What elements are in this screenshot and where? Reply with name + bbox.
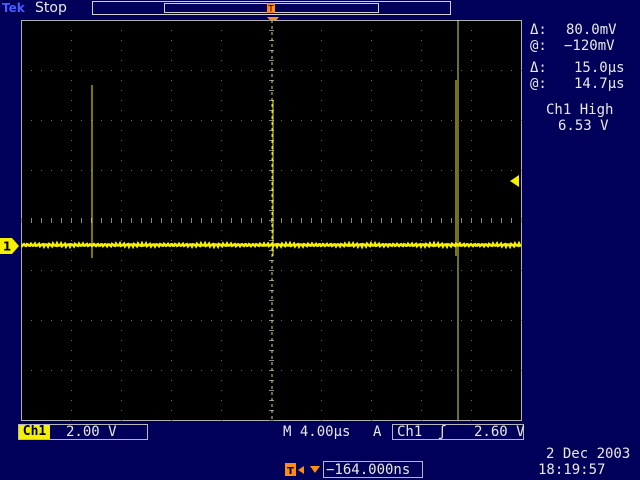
time-at-symbol: @: xyxy=(530,76,547,92)
time-readout: 18:19:57 xyxy=(538,462,606,478)
svg-text:T: T xyxy=(287,466,294,477)
timebase-readout[interactable]: M 4.00µs xyxy=(283,424,350,440)
svg-text:1: 1 xyxy=(3,240,11,254)
trigger-level-readout: 2.60 V xyxy=(474,424,525,440)
voltage-at-readout: −120mV xyxy=(564,38,615,54)
horizontal-position-icon: T xyxy=(285,463,320,477)
channel-1-trace xyxy=(21,240,522,250)
date-readout: 2 Dec 2003 xyxy=(546,446,631,462)
trigger-source: Ch1 xyxy=(397,424,423,440)
horizontal-position-readout: −164.000ns xyxy=(326,462,411,478)
time-delta-readout: 15.0µs xyxy=(574,60,625,76)
brand-logo: Tek xyxy=(2,1,25,15)
measurement-value: 6.53 V xyxy=(558,118,609,134)
trigger-position-mini-icon: T xyxy=(267,3,275,13)
channel-label: Ch1 xyxy=(19,425,50,439)
graticule xyxy=(21,20,522,421)
voltage-delta-readout: 80.0mV xyxy=(566,22,617,38)
svg-text:T: T xyxy=(267,5,274,14)
trigger-slope-icon: ʃ xyxy=(438,424,447,440)
trigger-level-marker-icon[interactable] xyxy=(510,175,522,187)
channel-1-ground-marker[interactable]: 1 xyxy=(0,238,20,254)
voltage-at-symbol: @: xyxy=(530,38,547,54)
run-state-label: Stop xyxy=(35,0,67,16)
voltage-delta-symbol: Δ: xyxy=(530,22,547,38)
time-at-readout: 14.7µs xyxy=(574,76,625,92)
time-delta-symbol: Δ: xyxy=(530,60,547,76)
trigger-mode: A xyxy=(373,424,382,440)
channel-scale-readout: 2.00 V xyxy=(66,424,117,440)
measurement-label: Ch1 High xyxy=(546,102,614,118)
